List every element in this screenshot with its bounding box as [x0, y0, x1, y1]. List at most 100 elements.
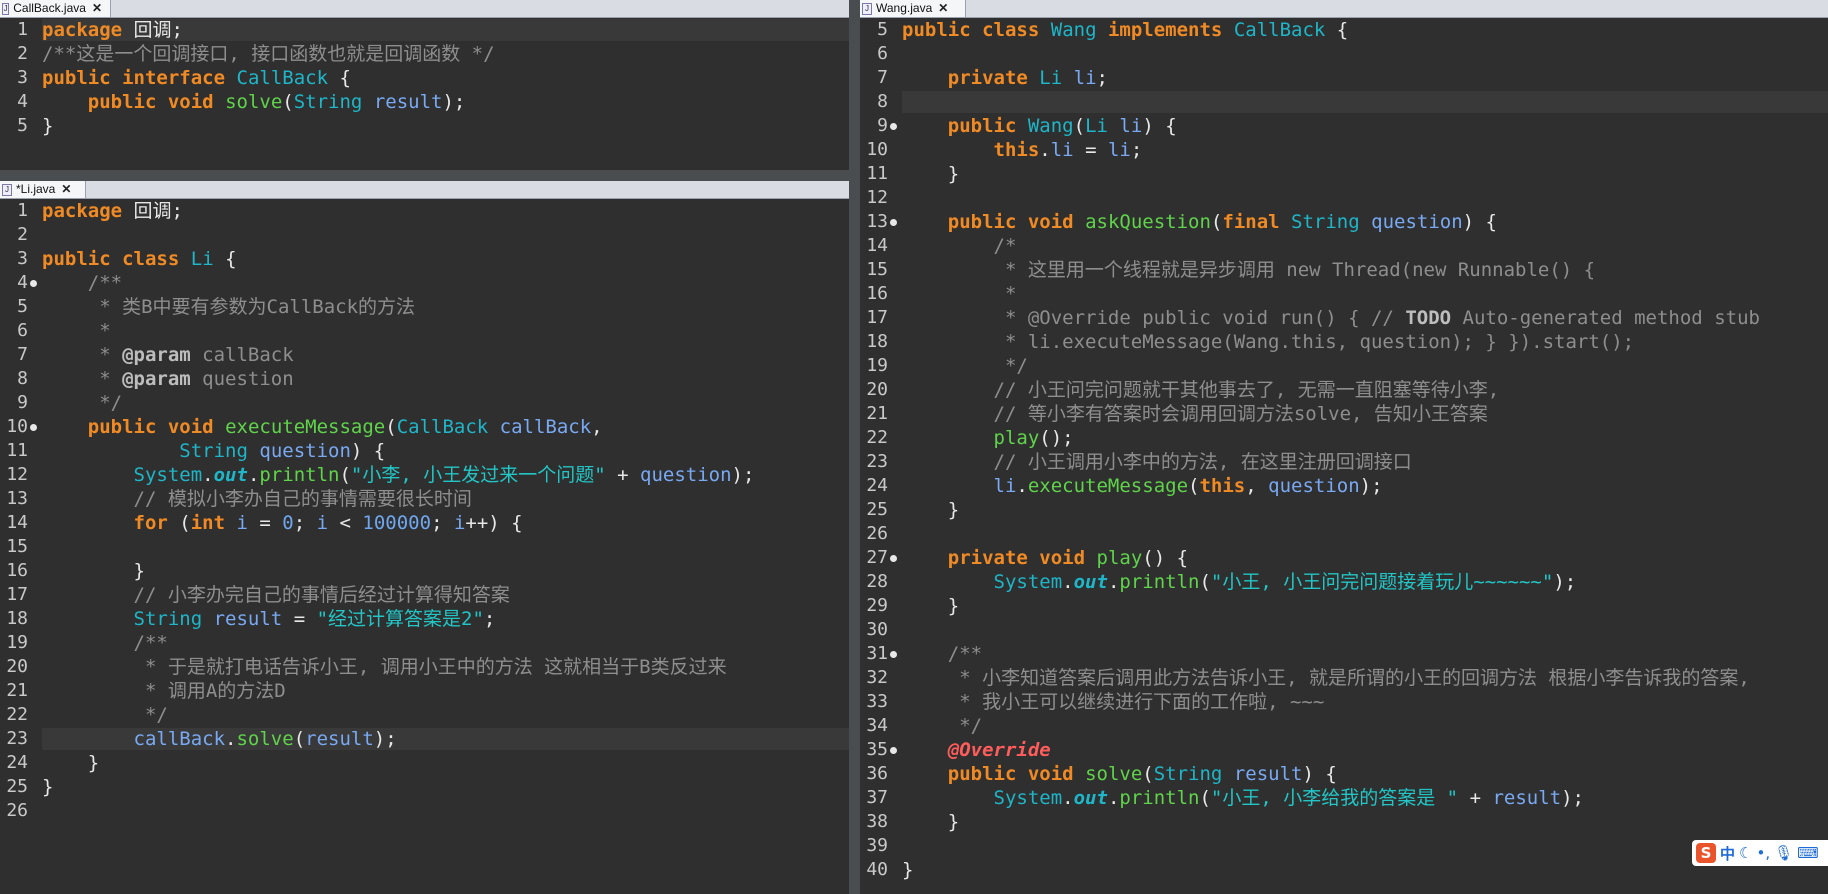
code-line[interactable]: 17 * @Override public void run() { // TO… [860, 306, 1828, 330]
code-line[interactable]: 24 } [0, 751, 849, 775]
code-line[interactable]: 3 public interface CallBack { [0, 66, 849, 90]
tab-wang-java[interactable]: J Wang.java ✕ [860, 0, 966, 17]
code-line[interactable]: 5} [0, 114, 849, 138]
code-line[interactable]: 7 private Li li; [860, 66, 1828, 90]
code-text: // 小李办完自己的事情后经过计算得知答案 [42, 584, 510, 606]
code-line[interactable]: 13 public void askQuestion(final String … [860, 210, 1828, 234]
ime-toolbar[interactable]: S 中 ☾ •, 🎙 ⌨ [1692, 840, 1828, 866]
code-line[interactable]: 20 // 小王问完问题就干其他事去了, 无需一直阻塞等待小李, [860, 378, 1828, 402]
code-line[interactable]: 22 play(); [860, 426, 1828, 450]
code-line[interactable]: 5 public class Wang implements CallBack { [860, 18, 1828, 42]
fold-marker-icon[interactable] [890, 747, 897, 754]
line-number: 6 [17, 320, 28, 341]
code-line[interactable]: 26 [860, 522, 1828, 546]
code-line[interactable]: 11 String question) { [0, 439, 849, 463]
tab-li-java[interactable]: J *Li.java ✕ [0, 181, 86, 198]
code-line[interactable]: 1 package 回调; [0, 18, 849, 42]
code-line[interactable]: 10 public void executeMessage(CallBack c… [0, 415, 849, 439]
code-line[interactable]: 26 [0, 799, 849, 823]
code-line[interactable]: 33 * 我小王可以继续进行下面的工作啦, ~~~ [860, 690, 1828, 714]
code-line[interactable]: 13 // 模拟小李办自己的事情需要很长时间 [0, 487, 849, 511]
code-line[interactable]: 4 public void solve(String result); [0, 90, 849, 114]
code-line[interactable]: 21 // 等小李有答案时会调用回调方法solve, 告知小王答案 [860, 402, 1828, 426]
code-line[interactable]: 16 } [0, 559, 849, 583]
code-line[interactable]: 15 [0, 535, 849, 559]
fold-marker-icon[interactable] [30, 424, 37, 431]
code-line[interactable]: 6 * [0, 319, 849, 343]
code-line[interactable]: 18 * li.executeMessage(Wang.this, questi… [860, 330, 1828, 354]
code-line[interactable]: 9 public Wang(Li li) { [860, 114, 1828, 138]
wang-code[interactable]: 5 public class Wang implements CallBack {… [860, 18, 1828, 894]
code-line[interactable]: 27 private void play() { [860, 546, 1828, 570]
code-line[interactable]: 17 // 小李办完自己的事情后经过计算得知答案 [0, 583, 849, 607]
callback-code[interactable]: 1 package 回调; 2 /**这是一个回调接口, 接口函数也就是回调函数 */… [0, 18, 849, 170]
code-line[interactable]: 30 [860, 618, 1828, 642]
keyboard-icon[interactable]: ⌨ [1797, 844, 1819, 862]
code-line[interactable]: 2 /**这是一个回调接口, 接口函数也就是回调函数 */ [0, 42, 849, 66]
fold-marker-icon[interactable] [30, 280, 37, 287]
code-line[interactable]: 32 * 小李知道答案后调用此方法告诉小王, 就是所谓的小王的回调方法 根据小李… [860, 666, 1828, 690]
code-line[interactable]: 34 */ [860, 714, 1828, 738]
code-text: } [902, 163, 960, 185]
code-line[interactable]: 11 } [860, 162, 1828, 186]
ime-mode-label[interactable]: 中 [1720, 843, 1735, 864]
code-line[interactable]: 29 } [860, 594, 1828, 618]
code-line[interactable]: 4 /** [0, 271, 849, 295]
fold-marker-icon[interactable] [890, 651, 897, 658]
code-line[interactable]: 40} [860, 858, 1828, 882]
code-line[interactable]: 7 * @param callBack [0, 343, 849, 367]
line-number: 11 [866, 163, 888, 184]
code-line[interactable]: 37 System.out.println("小王, 小李给我的答案是 " + … [860, 786, 1828, 810]
code-line[interactable]: 12 System.out.println("小李, 小王发过来一个问题" + … [0, 463, 849, 487]
code-line[interactable]: 36 public void solve(String result) { [860, 762, 1828, 786]
code-line[interactable]: 19 */ [860, 354, 1828, 378]
line-number: 8 [877, 91, 888, 112]
code-line[interactable]: 23 // 小王调用小李中的方法, 在这里注册回调接口 [860, 450, 1828, 474]
callback-editor[interactable]: J CallBack.java ✕ 1 package 回调; 2 /**这是一个回调… [0, 0, 849, 170]
code-line[interactable]: 35 @Override [860, 738, 1828, 762]
code-line[interactable]: 28 System.out.println("小王, 小王问完问题接着玩儿~~~… [860, 570, 1828, 594]
code-line[interactable]: 18 String result = "经过计算答案是2"; [0, 607, 849, 631]
line-number: 38 [866, 811, 888, 832]
code-line[interactable]: 21 * 调用A的方法D [0, 679, 849, 703]
code-line[interactable]: 8 [860, 90, 1828, 114]
moon-icon[interactable]: ☾ [1739, 844, 1752, 862]
code-line[interactable]: 2 [0, 223, 849, 247]
code-line[interactable]: 24 li.executeMessage(this, question); [860, 474, 1828, 498]
code-line[interactable]: 39 [860, 834, 1828, 858]
code-line[interactable]: 12 [860, 186, 1828, 210]
close-icon[interactable]: ✕ [61, 181, 71, 198]
code-line[interactable]: 31 /** [860, 642, 1828, 666]
code-line[interactable]: 22 */ [0, 703, 849, 727]
fold-marker-icon[interactable] [890, 219, 897, 226]
code-line[interactable]: 38 } [860, 810, 1828, 834]
li-code[interactable]: 1 package 回调; 2 3 public class Li {4 /** 5 * … [0, 199, 849, 894]
close-icon[interactable]: ✕ [938, 0, 948, 17]
code-line[interactable]: 1 package 回调; [0, 199, 849, 223]
fold-marker-icon[interactable] [890, 555, 897, 562]
code-line[interactable]: 25} [0, 775, 849, 799]
code-line[interactable]: 16 * [860, 282, 1828, 306]
code-line[interactable]: 14 /* [860, 234, 1828, 258]
punctuation-icon[interactable]: •, [1756, 844, 1770, 862]
code-line[interactable]: 8 * @param question [0, 367, 849, 391]
li-editor[interactable]: J *Li.java ✕ 1 package 回调; 2 3 public class … [0, 181, 849, 894]
close-icon[interactable]: ✕ [92, 0, 102, 17]
code-line[interactable]: 14 for (int i = 0; i < 100000; i++) { [0, 511, 849, 535]
code-line[interactable]: 23 callBack.solve(result); [0, 727, 849, 751]
wang-editor[interactable]: J Wang.java ✕ 5 public class Wang impleme… [860, 0, 1828, 894]
code-line[interactable]: 9 */ [0, 391, 849, 415]
code-line[interactable]: 15 * 这里用一个线程就是异步调用 new Thread(new Runnab… [860, 258, 1828, 282]
code-line[interactable]: 25 } [860, 498, 1828, 522]
tab-callback-java[interactable]: J CallBack.java ✕ [0, 0, 111, 17]
fold-marker-icon[interactable] [890, 123, 897, 130]
microphone-icon[interactable]: 🎙 [1774, 844, 1793, 862]
code-line[interactable]: 3 public class Li { [0, 247, 849, 271]
code-text: */ [902, 355, 1028, 377]
code-line[interactable]: 20 * 于是就打电话告诉小王, 调用小王中的方法 这就相当于B类反过来 [0, 655, 849, 679]
code-line[interactable]: 6 [860, 42, 1828, 66]
code-line[interactable]: 5 * 类B中要有参数为CallBack的方法 [0, 295, 849, 319]
code-line[interactable]: 10 this.li = li; [860, 138, 1828, 162]
code-text: public Wang(Li li) { [947, 115, 1177, 137]
code-line[interactable]: 19 /** [0, 631, 849, 655]
